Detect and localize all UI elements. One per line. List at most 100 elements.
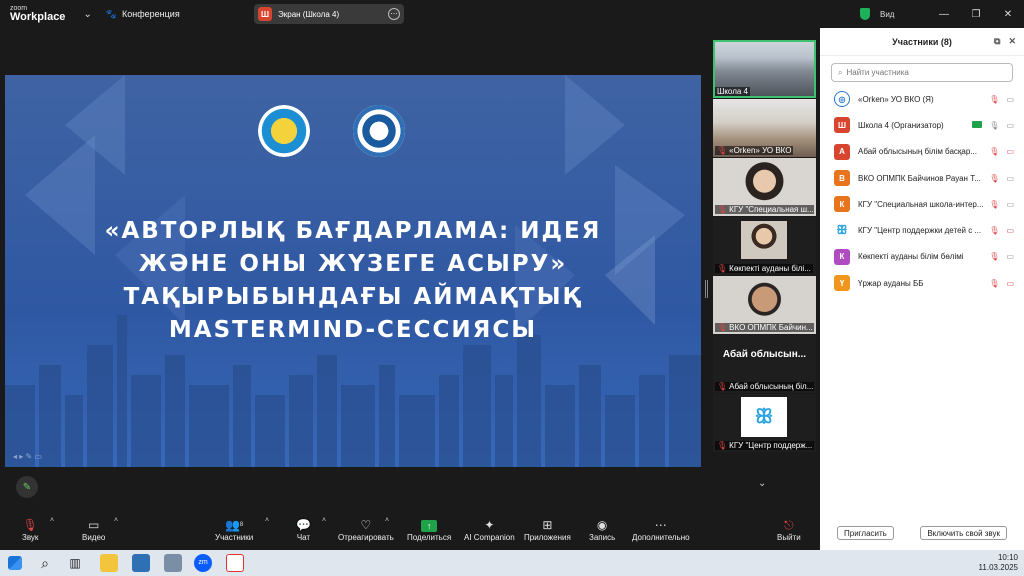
popout-icon[interactable]: ⧉ bbox=[994, 36, 1000, 47]
share-label: Экран (Школа 4) bbox=[278, 9, 340, 19]
presentation-controls[interactable]: ◂ ▸ ✎ ▭ bbox=[13, 452, 42, 461]
minimize-icon[interactable]: — bbox=[928, 9, 960, 20]
zoom-taskbar-icon[interactable]: zm bbox=[194, 554, 212, 572]
shield-icon[interactable] bbox=[860, 8, 870, 20]
search-icon: ⌕ bbox=[838, 67, 843, 77]
share-status-pill[interactable]: Ш Экран (Школа 4) ⋯ bbox=[254, 4, 404, 24]
center-logo: ꕥ bbox=[741, 397, 787, 437]
slide-title-line: ТАҚЫРЫБЫНДАҒЫ АЙМАҚТЫҚ bbox=[123, 284, 583, 310]
participant-name: Көкпекті ауданы білім бөлімі bbox=[858, 252, 964, 262]
app-icon[interactable] bbox=[226, 554, 244, 572]
record-button[interactable]: ◉ Запись bbox=[589, 517, 615, 542]
video-tile[interactable]: 🎙 КГУ "Специальная ш... bbox=[713, 158, 816, 216]
participant-photo bbox=[741, 221, 787, 259]
windows-start-icon[interactable] bbox=[8, 556, 22, 570]
annotate-pencil-icon[interactable]: ✎ bbox=[16, 476, 38, 498]
participant-row[interactable]: Ү Үржар ауданы ББ 🎙 ▭ bbox=[820, 270, 1024, 296]
close-icon[interactable]: ✕ bbox=[992, 9, 1024, 20]
panel-header: Участники (8) ⧉ ✕ bbox=[820, 28, 1024, 56]
more-button[interactable]: ⋯ Дополнительно bbox=[632, 517, 690, 542]
sparkle-icon: ✦ bbox=[484, 518, 495, 532]
video-tile[interactable]: ꕥ 🎙 КГУ "Центр поддерж... bbox=[713, 394, 816, 452]
participant-name: Школа 4 (Организатор) bbox=[858, 120, 944, 130]
task-view-icon[interactable]: ▥ bbox=[66, 554, 84, 572]
leave-button[interactable]: ⎋ Выйти bbox=[777, 517, 801, 542]
tile-name: Школа 4 bbox=[715, 87, 750, 96]
chevron-up-icon[interactable]: ˄ bbox=[50, 517, 54, 524]
maximize-icon[interactable]: ❐ bbox=[960, 9, 992, 20]
participant-row[interactable]: Ш Школа 4 (Организатор) 🎙 ▭ bbox=[820, 112, 1024, 138]
video-tile[interactable]: 🎙 «Orken» УО ВКО bbox=[713, 99, 816, 157]
app-icon[interactable] bbox=[164, 554, 182, 572]
file-explorer-icon[interactable] bbox=[100, 554, 118, 572]
meeting-toolbar: 🎙 Звук ˄ ▭ Видео ˄ 👥8 Участники ˄ 💬 Чат … bbox=[0, 513, 820, 550]
mic-off-icon[interactable]: 🎙 bbox=[989, 252, 999, 261]
chevron-down-icon[interactable]: ⌄ bbox=[83, 9, 91, 20]
chevron-up-icon[interactable]: ˄ bbox=[385, 517, 389, 524]
panel-footer: Пригласить Включить свой звук bbox=[820, 526, 1024, 540]
audio-button[interactable]: 🎙 Звук ˄ bbox=[22, 517, 54, 542]
close-icon[interactable]: ✕ bbox=[1008, 36, 1016, 47]
invite-button[interactable]: Пригласить bbox=[837, 526, 894, 540]
participant-row[interactable]: К КГУ "Специальная школа-интер... 🎙 ▭ bbox=[820, 191, 1024, 217]
mic-off-icon[interactable]: 🎙 bbox=[989, 200, 999, 209]
camera-off-icon[interactable]: ▭ bbox=[1006, 279, 1014, 288]
participants-panel: Участники (8) ⧉ ✕ ⌕ ◎ «Orken» УО ВКО (Я)… bbox=[820, 28, 1024, 550]
more-icon[interactable]: ⋯ bbox=[388, 8, 400, 20]
more-label: Дополнительно bbox=[632, 533, 690, 542]
camera-icon[interactable]: ▭ bbox=[1006, 174, 1014, 183]
camera-icon[interactable]: ▭ bbox=[1006, 200, 1014, 209]
mic-off-icon[interactable]: 🎙 bbox=[989, 174, 999, 183]
avatar: В bbox=[834, 170, 850, 187]
share-screen-icon: ↑ bbox=[407, 517, 451, 533]
camera-icon[interactable]: ▭ bbox=[1006, 121, 1014, 130]
mic-off-icon[interactable]: 🎙 bbox=[989, 226, 999, 235]
window-controls: — ❐ ✕ bbox=[928, 0, 1024, 28]
chat-button[interactable]: 💬 Чат ˄ bbox=[296, 517, 326, 542]
avatar: К bbox=[834, 196, 850, 213]
participant-row[interactable]: К Көкпекті ауданы білім бөлімі 🎙 ▭ bbox=[820, 244, 1024, 270]
apps-button[interactable]: ⊞ Приложения bbox=[524, 517, 571, 542]
chevron-up-icon[interactable]: ˄ bbox=[265, 517, 269, 524]
view-button[interactable]: Вид bbox=[880, 10, 894, 19]
slide-title: «АВТОРЛЫҚ БАҒДАРЛАМА: ИДЕЯ ЖӘНЕ ОНЫ ЖҮЗЕ… bbox=[65, 215, 641, 347]
camera-icon[interactable]: ▭ bbox=[1006, 95, 1014, 104]
app-icon[interactable] bbox=[132, 554, 150, 572]
video-tile[interactable]: 🎙 ВКО ОПМПК Байчин... bbox=[713, 276, 816, 334]
video-tile[interactable]: Абай облысын... 🎙 Абай облысының біл... bbox=[713, 335, 816, 393]
participant-name: КГУ "Центр поддержки детей с ... bbox=[858, 226, 982, 236]
chevron-up-icon[interactable]: ˄ bbox=[322, 517, 326, 524]
resize-handle[interactable] bbox=[705, 280, 708, 298]
more-icon: ⋯ bbox=[654, 518, 667, 532]
participant-row[interactable]: ◎ «Orken» УО ВКО (Я) 🎙 ▭ bbox=[820, 86, 1024, 112]
unmute-self-button[interactable]: Включить свой звук bbox=[920, 526, 1007, 540]
camera-icon[interactable]: ▭ bbox=[1006, 252, 1014, 261]
video-tile[interactable]: 🎙 Көкпекті ауданы білі... bbox=[713, 217, 816, 275]
search-icon[interactable]: ⌕ bbox=[36, 554, 54, 572]
mic-off-icon[interactable]: 🎙 bbox=[989, 95, 999, 104]
participant-search[interactable]: ⌕ bbox=[831, 63, 1013, 82]
participant-row[interactable]: А Абай облысының білім басқар... 🎙 ▭ bbox=[820, 139, 1024, 165]
apps-label: Приложения bbox=[524, 533, 571, 542]
chevron-up-icon[interactable]: ˄ bbox=[114, 517, 118, 524]
tile-name: 🎙 ВКО ОПМПК Байчин... bbox=[715, 323, 814, 332]
search-input[interactable] bbox=[846, 68, 997, 77]
react-button[interactable]: ♡ Отреагировать ˄ bbox=[338, 517, 394, 542]
chat-label: Чат bbox=[296, 533, 311, 542]
participant-row[interactable]: ꕥ КГУ "Центр поддержки детей с ... 🎙 ▭ bbox=[820, 217, 1024, 243]
leave-icon: ⎋ bbox=[784, 518, 794, 532]
ai-companion-button[interactable]: ✦ AI Companion bbox=[464, 517, 515, 542]
camera-off-icon[interactable]: ▭ bbox=[1006, 226, 1014, 235]
video-tile[interactable]: Школа 4 bbox=[713, 40, 816, 98]
mic-on-icon[interactable]: 🎙 bbox=[989, 121, 999, 130]
participants-button[interactable]: 👥8 Участники ˄ bbox=[215, 517, 269, 542]
mic-off-icon[interactable]: 🎙 bbox=[989, 147, 999, 156]
video-button[interactable]: ▭ Видео ˄ bbox=[82, 517, 118, 542]
camera-off-icon[interactable]: ▭ bbox=[1006, 147, 1014, 156]
share-button[interactable]: ↑ Поделиться bbox=[407, 517, 451, 542]
leave-label: Выйти bbox=[777, 533, 801, 542]
participant-row[interactable]: В ВКО ОПМПК Байчинов Рауан Т... 🎙 ▭ bbox=[820, 165, 1024, 191]
chevron-down-icon[interactable]: ⌄ bbox=[758, 478, 766, 489]
mic-off-icon[interactable]: 🎙 bbox=[989, 279, 999, 288]
meeting-info-button[interactable]: 🐾 Конференция bbox=[106, 9, 180, 20]
